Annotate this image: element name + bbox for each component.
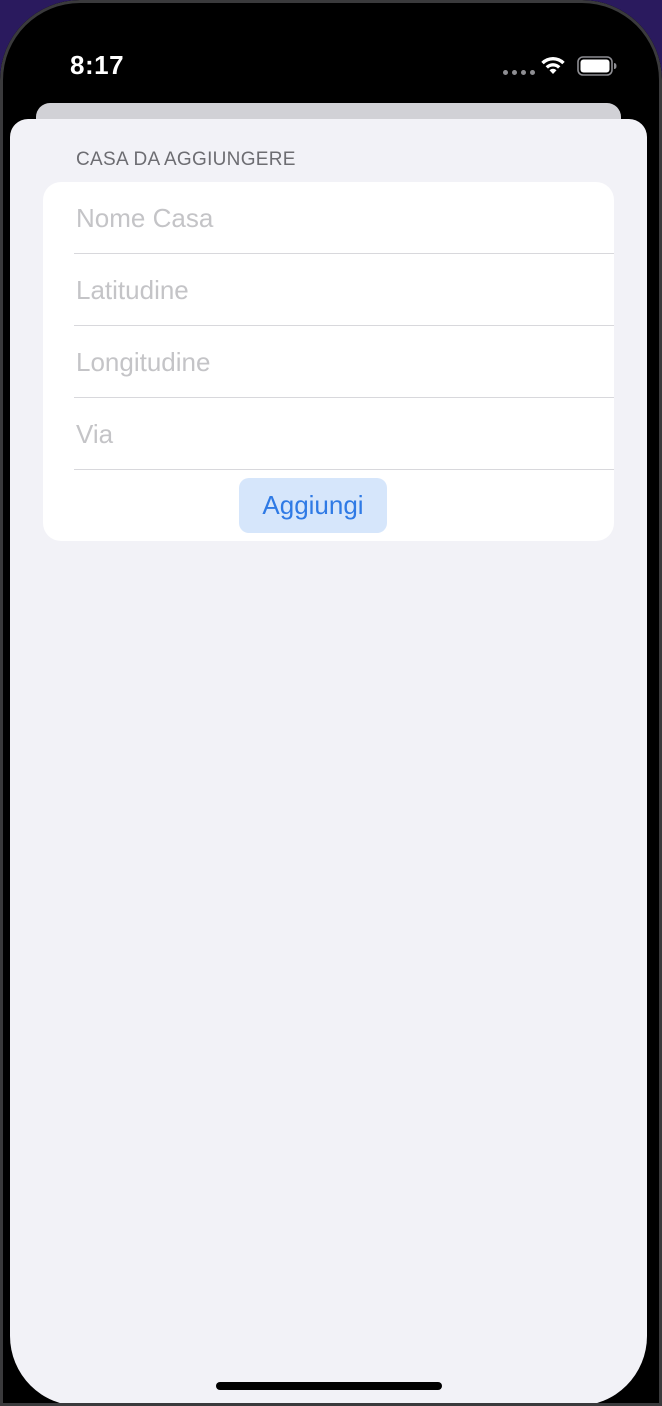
wifi-icon [541,57,565,74]
form-row-longitudine [43,326,614,398]
form-row-nome-casa [43,182,614,254]
status-time: 8:17 [70,50,125,80]
form-row-latitudine [43,254,614,326]
longitude-input[interactable] [76,326,596,398]
house-name-input[interactable] [76,182,596,254]
battery-icon [577,56,617,76]
status-bar: 8:17 [0,0,662,100]
add-house-sheet: CASA DA AGGIUNGERE Aggiungi [10,119,647,1406]
home-indicator[interactable] [216,1382,442,1390]
row-divider [74,469,614,470]
form-row-via [43,398,614,470]
street-input[interactable] [76,398,596,470]
latitude-input[interactable] [76,254,596,326]
add-button[interactable]: Aggiungi [239,478,387,533]
add-house-form: Aggiungi [43,182,614,541]
cellular-dots-icon [503,70,535,75]
device-frame: 8:17 CASA DA AGGIUNGERE Nome Casa Latitu… [0,0,662,1406]
section-header: CASA DA AGGIUNGERE [76,149,296,170]
